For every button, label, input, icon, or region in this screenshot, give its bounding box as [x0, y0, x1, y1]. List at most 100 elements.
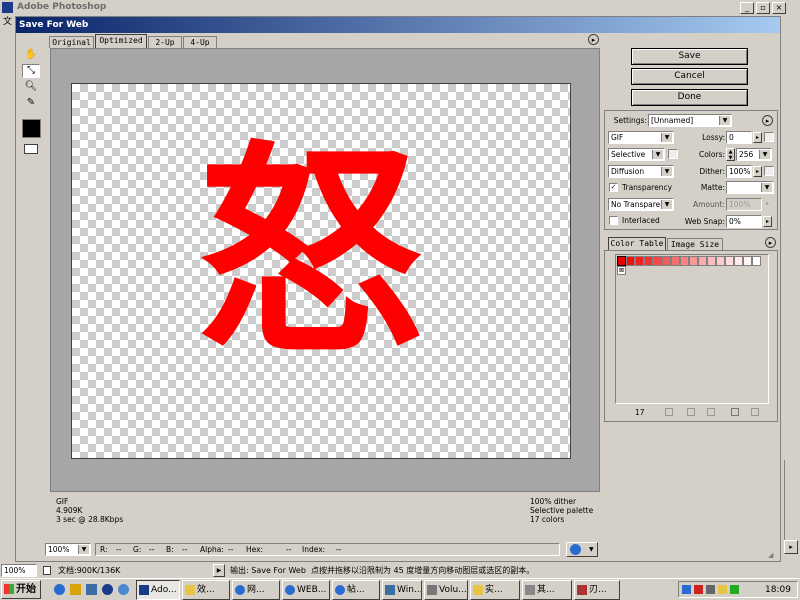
tab-4-up[interactable]: 4-Up	[183, 36, 217, 48]
web-snap-icon[interactable]	[687, 408, 695, 416]
menu-fragment[interactable]: 文	[3, 17, 12, 28]
save-button[interactable]: Save	[631, 48, 748, 65]
lock-color-icon[interactable]	[707, 408, 715, 416]
quicklaunch-ie-icon[interactable]	[54, 584, 65, 595]
taskbar-item-browser-3[interactable]: 帖...	[332, 580, 380, 600]
scroll-fragment[interactable]	[784, 460, 796, 540]
color-table-menu-icon[interactable]: ▸	[765, 237, 776, 248]
tray-volume-icon[interactable]	[706, 585, 715, 594]
start-button[interactable]: 开始	[1, 580, 41, 599]
colors-stepper[interactable]: ▲ ▼	[726, 148, 735, 161]
color-swatch[interactable]	[635, 256, 644, 266]
dither-slider-arrow[interactable]: ▸	[753, 166, 762, 177]
color-swatch[interactable]	[689, 256, 698, 266]
chevron-down-icon: ▼	[589, 546, 594, 553]
toolbox: ✋ ⤡ 🔍︎ ✎	[20, 46, 42, 158]
reduction-lock-icon[interactable]	[668, 149, 678, 159]
preview-menu-icon[interactable]: ▸	[588, 34, 599, 45]
settings-select[interactable]: [Unnamed] ▼	[648, 114, 732, 127]
color-swatch[interactable]	[716, 256, 725, 266]
format-select[interactable]: GIF ▼	[608, 131, 674, 144]
new-color-icon[interactable]	[731, 408, 739, 416]
settings-menu-icon[interactable]: ▸	[762, 115, 773, 126]
websnap-input[interactable]: 0%	[726, 215, 762, 228]
cancel-button[interactable]: Cancel	[631, 68, 748, 85]
taskbar-item-other[interactable]: 其...	[522, 580, 572, 600]
colors-select[interactable]: 256 ▼	[736, 148, 772, 161]
transparent-swatch[interactable]: ⊠	[617, 266, 626, 275]
amount-slider-arrow[interactable]: ▸	[763, 199, 772, 210]
ps-status-menu-arrow[interactable]: ▶	[213, 564, 225, 577]
color-swatch[interactable]	[644, 256, 653, 266]
taskbar-item-app[interactable]: 刃...	[574, 580, 620, 600]
taskbar-item-photoshop[interactable]: Ado...	[136, 580, 180, 600]
matte-select[interactable]: ▼	[726, 181, 774, 194]
color-swatch[interactable]	[680, 256, 689, 266]
color-swatch[interactable]	[734, 256, 743, 266]
interlaced-checkbox[interactable]	[609, 216, 618, 225]
image-canvas[interactable]: 怒	[71, 83, 571, 459]
tab-2-up[interactable]: 2-Up	[148, 36, 182, 48]
tab-optimized[interactable]: Optimized	[95, 34, 147, 48]
scroll-arrow[interactable]: ▸	[784, 540, 798, 554]
zoom-select[interactable]: 100% ▼	[45, 543, 91, 556]
eyedropper-tool-icon[interactable]: ✎	[22, 96, 40, 110]
tray-security-icon[interactable]	[694, 585, 703, 594]
quicklaunch-app-icon[interactable]	[102, 584, 113, 595]
taskbar-item-window[interactable]: Win...	[382, 580, 422, 600]
ps-zoom-field[interactable]: 100%	[1, 564, 37, 577]
color-swatch[interactable]	[662, 256, 671, 266]
zoom-tool-icon[interactable]: 🔍︎	[22, 80, 40, 94]
index-value: --	[336, 545, 342, 554]
transparency-dither-select[interactable]: No Transparen... ▼	[608, 198, 674, 211]
settings-panel: Settings: [Unnamed] ▼ ▸ GIF ▼ Selective …	[604, 110, 778, 230]
lossy-input[interactable]: 0	[726, 131, 752, 144]
tab-image-size[interactable]: Image Size	[667, 238, 723, 250]
quicklaunch-desktop-icon[interactable]	[86, 584, 97, 595]
tab-original[interactable]: Original	[49, 36, 94, 48]
taskbar-item-volume[interactable]: Volu...	[424, 580, 468, 600]
tray-app-icon[interactable]	[718, 585, 727, 594]
color-swatch[interactable]	[671, 256, 680, 266]
color-swatch[interactable]	[653, 256, 662, 266]
taskbar-item-browser-2[interactable]: WEB...	[282, 580, 330, 600]
color-swatch[interactable]	[617, 256, 626, 266]
color-swatch[interactable]	[725, 256, 734, 266]
tab-color-table[interactable]: Color Table	[608, 237, 666, 250]
taskbar-item-folder-2[interactable]: 实...	[470, 580, 520, 600]
done-button[interactable]: Done	[631, 89, 748, 106]
close-button[interactable]: ×	[772, 2, 786, 14]
color-table-panel: ⊠ 17	[604, 250, 778, 422]
resize-grip-icon[interactable]: ◢	[768, 551, 778, 560]
lossy-slider-arrow[interactable]: ▸	[753, 132, 762, 143]
color-swatch[interactable]	[743, 256, 752, 266]
color-swatch[interactable]	[752, 256, 761, 266]
tray-status-icon[interactable]	[730, 585, 739, 594]
websnap-slider-arrow[interactable]: ▸	[763, 216, 772, 227]
browser-preview-button[interactable]: ▼	[566, 542, 598, 557]
toggle-slices-icon[interactable]	[24, 144, 38, 154]
lossy-lock-icon[interactable]	[764, 132, 774, 142]
taskbar-item-folder-1[interactable]: 效...	[182, 580, 230, 600]
trash-icon[interactable]	[751, 408, 759, 416]
quicklaunch-outlook-icon[interactable]	[70, 584, 81, 595]
transparency-checkbox[interactable]: ✓	[609, 183, 618, 192]
eyedropper-color-swatch[interactable]	[22, 119, 41, 138]
tray-clock[interactable]: 18:09	[765, 584, 791, 596]
color-swatch[interactable]	[626, 256, 635, 266]
hand-tool-icon[interactable]: ✋	[22, 48, 40, 62]
color-swatch[interactable]	[698, 256, 707, 266]
dither-lock-icon[interactable]	[764, 166, 774, 176]
color-swatch[interactable]	[707, 256, 716, 266]
dither-algorithm-select[interactable]: Diffusion ▼	[608, 165, 674, 178]
tray-network-icon[interactable]	[682, 585, 691, 594]
reduction-select[interactable]: Selective ▼	[608, 148, 665, 161]
dither-input[interactable]: 100%	[726, 165, 752, 178]
taskbar-item-browser-1[interactable]: 网...	[232, 580, 280, 600]
slice-select-tool-icon[interactable]: ⤡	[22, 64, 40, 78]
amount-input[interactable]: 100%	[726, 198, 762, 211]
restore-button[interactable]: ▫	[756, 2, 770, 14]
minimize-button[interactable]: _	[740, 2, 754, 14]
quicklaunch-media-icon[interactable]	[118, 584, 129, 595]
web-shift-icon[interactable]	[665, 408, 673, 416]
